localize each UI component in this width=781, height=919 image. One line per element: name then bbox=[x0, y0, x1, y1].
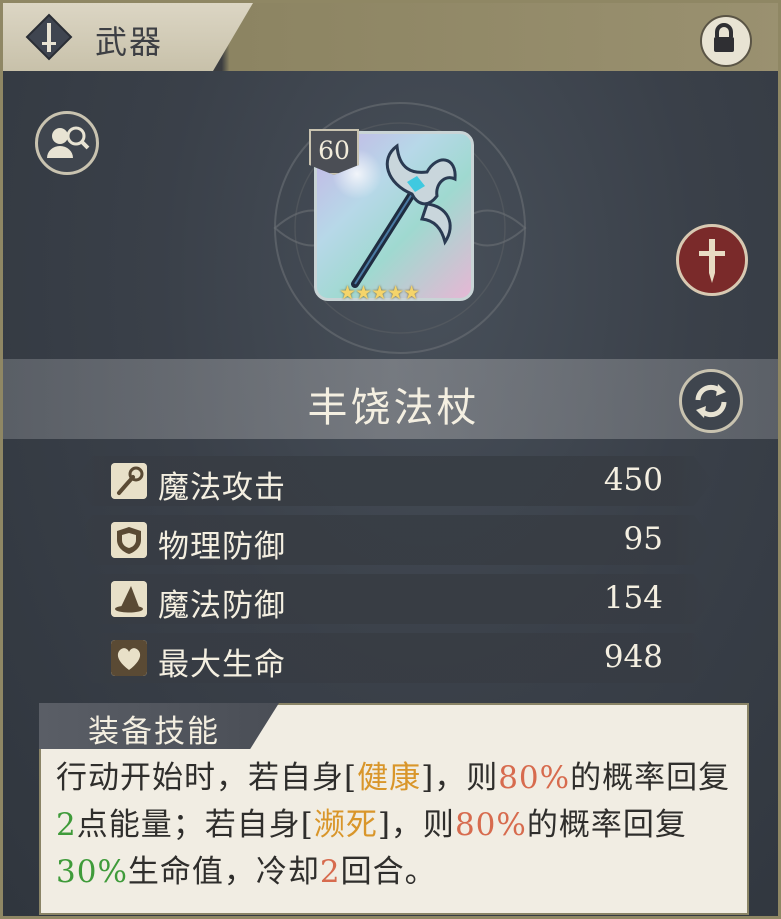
skill-text-part: ]，则 bbox=[421, 760, 499, 796]
lock-button[interactable] bbox=[700, 15, 752, 67]
energy-value: 2 bbox=[56, 807, 77, 843]
skill-title: 装备技能 bbox=[88, 714, 220, 750]
weapon-panel: 武器 60 ★★★★★ 丰饶法杖 魔法攻击 450 物理防御 95 魔法防御 1… bbox=[0, 0, 781, 919]
heart-icon bbox=[111, 640, 147, 676]
status-keyword: 健康 bbox=[357, 760, 422, 796]
shield-icon bbox=[111, 522, 147, 558]
magic-wand-icon bbox=[111, 463, 147, 499]
chance-value: 80% bbox=[498, 760, 571, 796]
skill-description: 行动开始时，若自身[健康]，则80%的概率回复2点能量；若自身[濒死]，则80%… bbox=[56, 755, 736, 896]
skill-text-part: ]，则 bbox=[377, 807, 455, 843]
skill-text-part: 回合。 bbox=[340, 854, 437, 890]
stat-row-magic-attack: 魔法攻击 450 bbox=[73, 456, 713, 506]
lock-icon bbox=[714, 23, 734, 52]
stat-value: 948 bbox=[603, 639, 663, 675]
sword-diamond-icon bbox=[25, 13, 73, 61]
stat-label: 最大生命 bbox=[158, 647, 286, 683]
skill-text-part: 的概率回复 bbox=[526, 807, 687, 843]
star-rating: ★★★★★ bbox=[339, 282, 420, 304]
stat-label: 魔法攻击 bbox=[158, 470, 286, 506]
skill-text-part: 行动开始时，若自身[ bbox=[56, 760, 358, 796]
skill-text-part: 的概率回复 bbox=[570, 760, 731, 796]
page-title: 武器 bbox=[95, 23, 164, 61]
stat-row-magic-defense: 魔法防御 154 bbox=[73, 574, 713, 624]
stat-row-max-hp: 最大生命 948 bbox=[73, 633, 713, 683]
skill-text-part: 生命值，冷却 bbox=[127, 854, 320, 890]
switch-arrows-icon bbox=[695, 384, 727, 418]
stat-value: 95 bbox=[623, 521, 663, 557]
chance-value: 80% bbox=[454, 807, 527, 843]
stat-value: 154 bbox=[603, 580, 663, 616]
sword-class-icon bbox=[699, 239, 725, 283]
weapon-name: 丰饶法杖 bbox=[307, 385, 480, 431]
status-keyword: 濒死 bbox=[313, 807, 378, 843]
inspect-character-icon bbox=[47, 126, 90, 158]
heal-value: 30% bbox=[56, 854, 128, 890]
stat-value: 450 bbox=[603, 462, 663, 498]
cooldown-value: 2 bbox=[319, 854, 341, 890]
stat-label: 魔法防御 bbox=[158, 588, 286, 624]
stat-row-physical-defense: 物理防御 95 bbox=[73, 515, 713, 565]
stat-label: 物理防御 bbox=[158, 529, 286, 565]
weapon-type-badge[interactable] bbox=[676, 224, 748, 296]
wizard-hat-icon bbox=[111, 581, 147, 617]
inspect-button[interactable] bbox=[35, 111, 99, 175]
skill-text-part: 点能量；若自身[ bbox=[76, 807, 314, 843]
switch-weapon-button[interactable] bbox=[679, 369, 743, 433]
